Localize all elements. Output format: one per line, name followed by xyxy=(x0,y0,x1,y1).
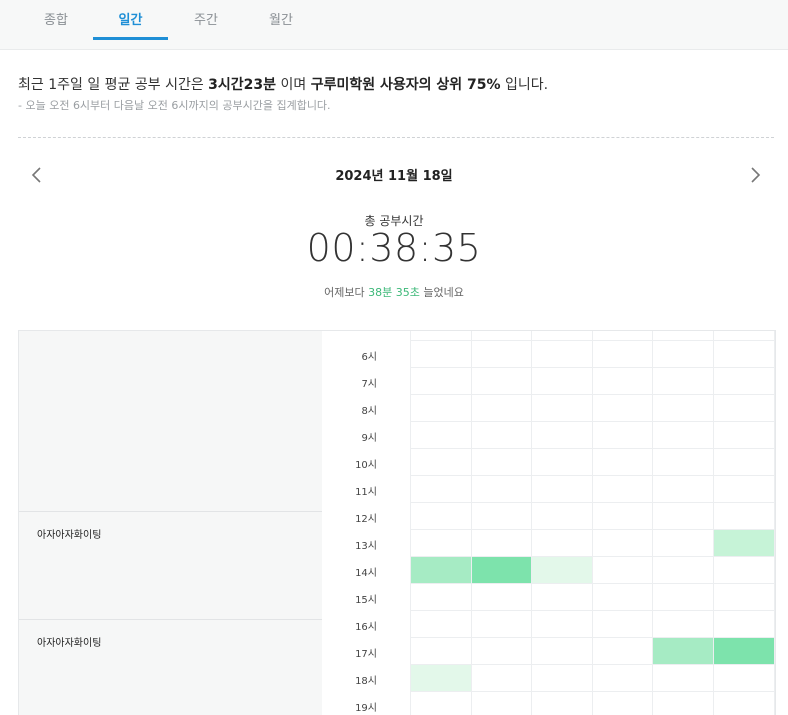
hour-label: 19시 xyxy=(355,703,377,714)
timeline-cells xyxy=(410,331,775,715)
tab-overview[interactable]: 종합 xyxy=(30,0,82,40)
subject-label: 아자아자화이팅 xyxy=(37,638,102,649)
hour-label: 12시 xyxy=(355,514,377,525)
grid-col-line xyxy=(531,331,532,715)
hour-label: 11시 xyxy=(355,487,377,498)
compare-text: 어제보다 38분 35초 늘었네요 xyxy=(0,284,788,300)
hour-label: 16시 xyxy=(355,622,377,633)
total-study-time: 00:38:35 xyxy=(306,226,482,270)
summary-text: 최근 1주일 일 평균 공부 시간은 3시간23분 이며 구루미학원 사용자의 … xyxy=(18,74,548,94)
study-block xyxy=(714,638,774,664)
tab-weekly[interactable]: 주간 xyxy=(180,0,232,40)
aggregation-note: - 오늘 오전 6시부터 다음날 오전 6시까지의 공부시간을 집계합니다. xyxy=(18,99,331,112)
summary-prefix: 최근 1주일 일 평균 공부 시간은 xyxy=(18,77,209,93)
hour-label: 15시 xyxy=(355,595,377,606)
average-time: 3시간23분 xyxy=(208,77,277,93)
grid-col-line xyxy=(592,331,593,715)
hour-label: 13시 xyxy=(355,541,377,552)
hour-label: 9시 xyxy=(361,433,377,444)
study-block xyxy=(472,557,531,583)
hour-label: 17시 xyxy=(355,649,377,660)
study-block xyxy=(411,557,471,583)
hour-column: 6시 7시 8시 9시 10시 11시 12시 13시 14시 15시 16시 17시 18시 19시 xyxy=(322,331,410,715)
subject-column: 아자아자화이팅 아자아자화이팅 xyxy=(19,331,322,715)
grid-col-line xyxy=(471,331,472,715)
next-day-button[interactable] xyxy=(744,164,766,186)
hour-label: 18시 xyxy=(355,676,377,687)
current-date: 2024년 11월 18일 xyxy=(335,169,453,184)
study-block xyxy=(714,530,774,556)
study-block xyxy=(653,638,713,664)
subject-label: 아자아자화이팅 xyxy=(37,530,102,541)
grid-col-line xyxy=(774,331,775,715)
compare-value: 38분 35초 xyxy=(368,286,420,299)
divider xyxy=(18,137,774,138)
hour-label: 7시 xyxy=(361,379,377,390)
hour-label: 14시 xyxy=(355,568,377,579)
study-block xyxy=(532,557,592,583)
summary-middle: 이며 xyxy=(276,77,311,93)
hour-label: 10시 xyxy=(355,460,377,471)
subject-divider xyxy=(19,511,322,512)
chevron-right-icon xyxy=(751,167,761,183)
compare-suffix: 늘었네요 xyxy=(419,286,464,299)
hour-label: 8시 xyxy=(361,406,377,417)
compare-prefix: 어제보다 xyxy=(324,286,369,299)
summary-suffix: 입니다. xyxy=(500,77,549,93)
grid-col-line xyxy=(410,331,411,715)
subject-divider xyxy=(19,619,322,620)
study-timeline-grid: 아자아자화이팅 아자아자화이팅 6시 7시 8시 9시 10시 11시 12시 13시 14시 15… xyxy=(18,330,776,715)
tab-daily[interactable]: 일간 xyxy=(93,0,168,40)
tab-monthly[interactable]: 월간 xyxy=(255,0,307,40)
tab-bar: 종합 일간 주간 월간 xyxy=(0,0,788,50)
hour-label: 6시 xyxy=(361,352,377,363)
rank-text: 구루미학원 사용자의 상위 75% xyxy=(310,77,501,93)
study-block xyxy=(411,665,471,691)
